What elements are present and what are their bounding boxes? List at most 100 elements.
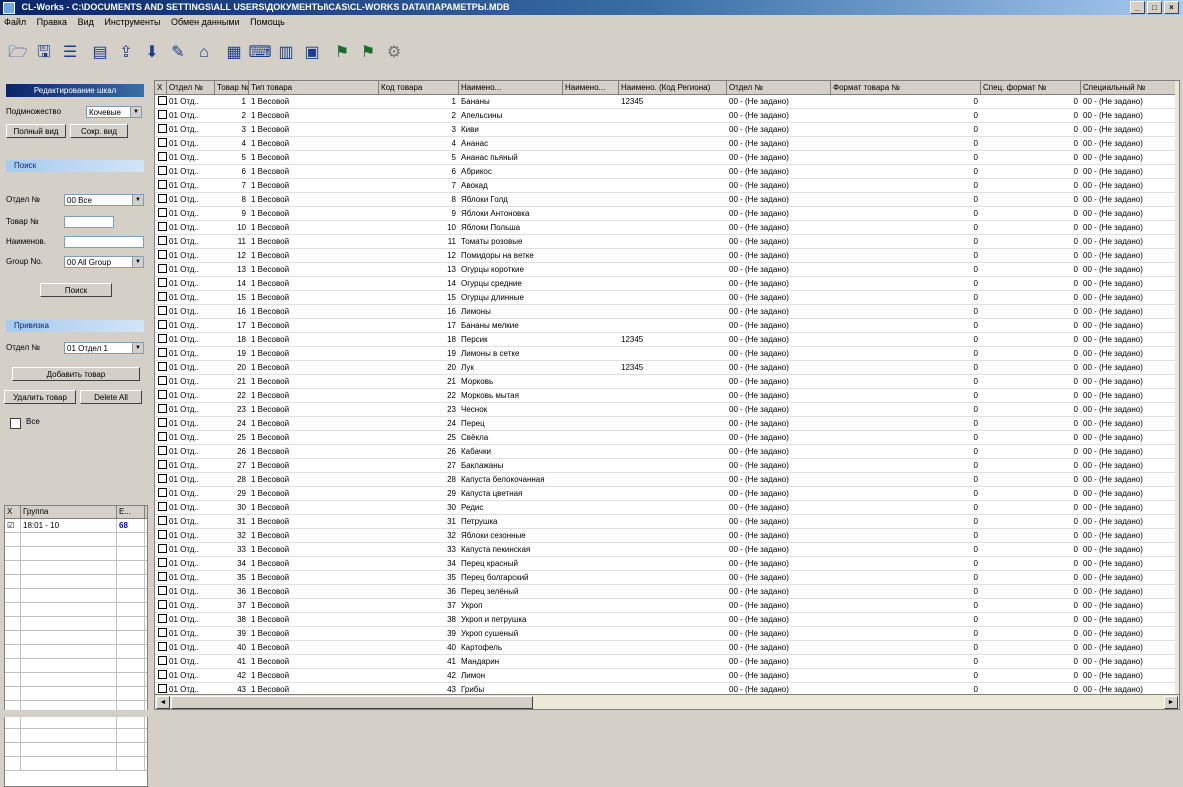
table-row[interactable]: 01 Отд.. 22 1 Весовой 22 Морковь мытая 00 - (… (155, 389, 1179, 403)
table-row[interactable]: 01 Отд.. 7 1 Весовой 7 Авокад 00 - (Не задано… (155, 179, 1179, 193)
table-row[interactable]: 01 Отд.. 33 1 Весовой 33 Капуста пекинская 00… (155, 543, 1179, 557)
col-item-no[interactable]: Товар № (215, 81, 249, 94)
table-row[interactable]: 01 Отд.. 2 1 Весовой 2 Апельсины 00 - (Не зад… (155, 109, 1179, 123)
table-row[interactable]: 01 Отд.. 28 1 Весовой 28 Капуста белокочанна… (155, 473, 1179, 487)
row-checkbox[interactable] (158, 614, 167, 623)
row-checkbox[interactable] (158, 376, 167, 385)
row-checkbox[interactable] (158, 432, 167, 441)
menu-help[interactable]: Помощь (246, 17, 289, 27)
table-row[interactable]: 01 Отд.. 42 1 Весовой 42 Лимон 00 - (Не задан… (155, 669, 1179, 683)
edit-icon[interactable]: ✎ (168, 43, 188, 63)
mini-col-x[interactable]: X (5, 506, 21, 518)
row-checkbox[interactable] (158, 96, 167, 105)
menu-data-exchange[interactable]: Обмен данными (167, 17, 244, 27)
table-row[interactable]: 01 Отд.. 29 1 Весовой 29 Капуста цветная 00 -… (155, 487, 1179, 501)
col-format[interactable]: Формат товара № (831, 81, 981, 94)
row-checkbox[interactable] (158, 194, 167, 203)
row-checkbox[interactable] (158, 264, 167, 273)
row-checkbox[interactable] (158, 124, 167, 133)
row-checkbox[interactable] (158, 404, 167, 413)
mini-col-group[interactable]: Группа (21, 506, 117, 518)
menu-tools[interactable]: Инструменты (100, 17, 164, 27)
flag-icon[interactable]: ⚑ (332, 43, 352, 63)
list-icon[interactable]: ☰ (60, 43, 80, 63)
add-item-button[interactable]: Добавить товар (12, 367, 140, 381)
all-checkbox[interactable] (10, 418, 21, 429)
table-row[interactable]: 01 Отд.. 25 1 Весовой 25 Свёкла 00 - (Не зада… (155, 431, 1179, 445)
table-row[interactable]: 01 Отд.. 1 1 Весовой 1 Бананы 12345 00 - (Не з… (155, 95, 1179, 109)
row-checkbox[interactable] (158, 628, 167, 637)
row-checkbox[interactable] (158, 278, 167, 287)
table-row[interactable]: 01 Отд.. 23 1 Весовой 23 Чеснок 00 - (Не зада… (155, 403, 1179, 417)
row-checkbox[interactable] (158, 558, 167, 567)
col-special[interactable]: Специальный № (1081, 81, 1179, 94)
short-view-button[interactable]: Сокр. вид (70, 124, 128, 138)
row-checkbox[interactable] (158, 544, 167, 553)
col-dept[interactable]: Отдел № (167, 81, 215, 94)
col-name2[interactable]: Наимено... (563, 81, 619, 94)
col-item-type[interactable]: Тип товара (249, 81, 379, 94)
table-row[interactable]: 01 Отд.. 32 1 Весовой 32 Яблоки сезонные 00 -… (155, 529, 1179, 543)
save-icon[interactable]: 🖫 (34, 43, 54, 63)
row-checkbox[interactable] (158, 250, 167, 259)
row-checkbox[interactable] (158, 110, 167, 119)
col-spec-format[interactable]: Спец. формат № (981, 81, 1081, 94)
row-checkbox[interactable] (158, 446, 167, 455)
menu-edit[interactable]: Правка (33, 17, 71, 27)
row-checkbox[interactable] (158, 222, 167, 231)
keyboard-icon[interactable]: ⌨ (248, 43, 271, 63)
chevron-down-icon[interactable]: ▼ (132, 343, 143, 353)
chevron-down-icon[interactable]: ▼ (132, 195, 143, 205)
upload-icon[interactable]: ⇪ (116, 43, 136, 63)
table-row[interactable]: 01 Отд.. 21 1 Весовой 21 Морковь 00 - (Не зад… (155, 375, 1179, 389)
table-row[interactable]: 01 Отд.. 4 1 Весовой 4 Ананас 00 - (Не задано… (155, 137, 1179, 151)
dept-select[interactable]: 00 Все ▼ (64, 194, 144, 206)
row-checkbox[interactable] (158, 292, 167, 301)
window-icon[interactable]: ▣ (302, 43, 322, 63)
chevron-down-icon[interactable]: ▼ (132, 257, 143, 267)
row-checkbox[interactable] (158, 418, 167, 427)
table-row[interactable]: 01 Отд.. 13 1 Весовой 13 Огурцы короткие 00 -… (155, 263, 1179, 277)
table-row[interactable]: 01 Отд.. 16 1 Весовой 16 Лимоны 00 - (Не зада… (155, 305, 1179, 319)
scale-icon[interactable]: ▤ (90, 43, 110, 63)
row-checkbox[interactable] (158, 642, 167, 651)
row-checkbox[interactable] (158, 600, 167, 609)
mini-row-checkbox[interactable]: ☑ (5, 519, 21, 532)
table-row[interactable]: 01 Отд.. 20 1 Весовой 20 Лук 12345 00 - (Не за… (155, 361, 1179, 375)
maximize-button[interactable]: □ (1147, 1, 1162, 14)
chevron-down-icon[interactable]: ▼ (130, 107, 141, 117)
row-checkbox[interactable] (158, 152, 167, 161)
table-row[interactable]: 01 Отд.. 27 1 Весовой 27 Баклажаны 00 - (Не з… (155, 459, 1179, 473)
table-icon[interactable]: ▥ (276, 43, 296, 63)
menu-view[interactable]: Вид (74, 17, 98, 27)
row-checkbox[interactable] (158, 320, 167, 329)
horizontal-scrollbar[interactable]: ◄ ► (155, 694, 1179, 709)
item-input[interactable] (64, 216, 114, 228)
row-checkbox[interactable] (158, 166, 167, 175)
table-row[interactable]: 01 Отд.. 31 1 Весовой 31 Петрушка 00 - (Не за… (155, 515, 1179, 529)
row-checkbox[interactable] (158, 348, 167, 357)
row-checkbox[interactable] (158, 334, 167, 343)
row-checkbox[interactable] (158, 306, 167, 315)
table-row[interactable]: 01 Отд.. 40 1 Весовой 40 Картофель 00 - (Не з… (155, 641, 1179, 655)
close-button[interactable]: × (1164, 1, 1179, 14)
row-checkbox[interactable] (158, 572, 167, 581)
menu-file[interactable]: Файл (0, 17, 30, 27)
scroll-right-icon[interactable]: ► (1164, 696, 1178, 709)
delete-all-button[interactable]: Delete All (80, 390, 142, 404)
table-row[interactable]: 01 Отд.. 15 1 Весовой 15 Огурцы длинные 00 - … (155, 291, 1179, 305)
download-icon[interactable]: ⬇ (142, 43, 162, 63)
print-icon[interactable]: ▦ (224, 43, 244, 63)
table-row[interactable]: 01 Отд.. 30 1 Весовой 30 Редис 00 - (Не задан… (155, 501, 1179, 515)
row-checkbox[interactable] (158, 390, 167, 399)
mini-grid-row[interactable]: ☑ 18:01 - 10 68 (5, 519, 147, 533)
group-select[interactable]: 00 All Group ▼ (64, 256, 144, 268)
open-icon[interactable]: 🗁 (8, 43, 28, 63)
table-row[interactable]: 01 Отд.. 38 1 Весовой 38 Укроп и петрушка 00 … (155, 613, 1179, 627)
mini-col-e[interactable]: Е... (117, 506, 145, 518)
vertical-scrollbar[interactable] (1175, 81, 1179, 709)
table-row[interactable]: 01 Отд.. 19 1 Весовой 19 Лимоны в сетке 00 - … (155, 347, 1179, 361)
link-dept-select[interactable]: 01 Отдел 1 ▼ (64, 342, 144, 354)
table-row[interactable]: 01 Отд.. 41 1 Весовой 41 Мандарин 00 - (Не за… (155, 655, 1179, 669)
minimize-button[interactable]: _ (1130, 1, 1145, 14)
